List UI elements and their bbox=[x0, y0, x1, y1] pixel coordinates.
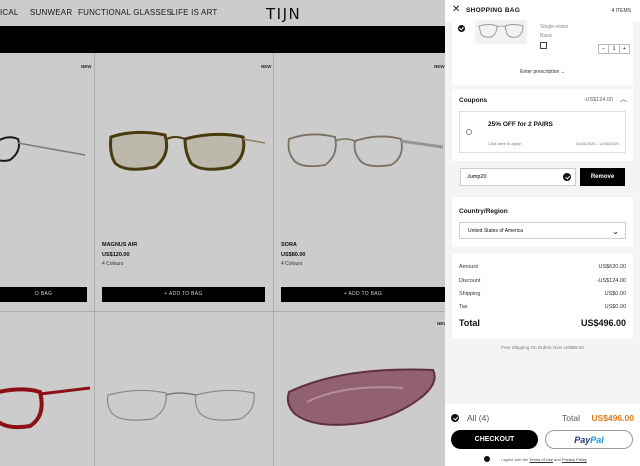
check-icon bbox=[563, 173, 571, 181]
page-dim-overlay[interactable] bbox=[0, 0, 445, 466]
coupon-dates: 11/08/2020 - 12/08/2020 bbox=[575, 141, 619, 146]
paypal-logo-pay: Pay bbox=[574, 435, 591, 445]
bag-item-count: 4 ITEMS bbox=[611, 8, 631, 14]
coupon-option[interactable]: 25% OFF for 2 PAIRS Click here to apply … bbox=[459, 111, 626, 153]
footer-total-value: US$496.00 bbox=[591, 413, 634, 423]
paypal-logo-pal: Pal bbox=[590, 435, 604, 445]
privacy-link[interactable]: Privacy Policy bbox=[562, 457, 587, 462]
bag-item: Single-vision Basic − 1 + Enter prescrip… bbox=[452, 20, 633, 85]
region-select[interactable]: United States of America ⌄ bbox=[459, 222, 626, 239]
region-section: Country/Region United States of America … bbox=[452, 197, 633, 247]
coupons-title: Coupons bbox=[459, 97, 488, 104]
remove-coupon-button[interactable]: Remove bbox=[580, 168, 625, 186]
bag-header: ✕ SHOPPING BAG 4 ITEMS bbox=[445, 0, 640, 22]
glasses-icon bbox=[478, 24, 524, 38]
shopping-bag-panel: ✕ SHOPPING BAG 4 ITEMS Single-vision Bas… bbox=[445, 0, 640, 466]
summary-total-value: US$496.00 bbox=[580, 318, 626, 328]
chevron-down-icon: ⌄ bbox=[612, 227, 619, 236]
summary-label: Shipping bbox=[459, 291, 481, 297]
terms-link[interactable]: Terms of Use bbox=[529, 457, 553, 462]
free-shipping-note: Free Shipping On Orders Over US$89.00 bbox=[501, 345, 584, 350]
region-title: Country/Region bbox=[459, 208, 508, 215]
summary-label: Tax bbox=[459, 304, 468, 310]
checkout-button[interactable]: CHECKOUT bbox=[451, 430, 538, 449]
quantity-stepper: − 1 + bbox=[598, 44, 630, 54]
checkout-footer: All (4) Total US$496.00 CHECKOUT PayPal … bbox=[445, 404, 640, 466]
summary-total-label: Total bbox=[459, 318, 480, 328]
bag-title: SHOPPING BAG bbox=[466, 7, 521, 14]
summary-value: -US$124.00 bbox=[596, 278, 626, 284]
qty-value[interactable]: 1 bbox=[608, 45, 620, 53]
chevron-up-icon[interactable]: ︿ bbox=[620, 94, 627, 104]
summary-label: Discount bbox=[459, 278, 481, 284]
qty-plus-button[interactable]: + bbox=[620, 45, 629, 53]
coupons-section: Coupons -US$124.00 ︿ 25% OFF for 2 PAIRS… bbox=[452, 89, 633, 161]
lens-option: Single-vision bbox=[540, 24, 569, 30]
coupon-code-input[interactable] bbox=[460, 168, 576, 186]
item-select-checkbox[interactable] bbox=[458, 25, 465, 32]
summary-value: US$620.00 bbox=[598, 264, 626, 270]
summary-label: Amount bbox=[459, 264, 478, 270]
close-icon[interactable]: ✕ bbox=[452, 4, 460, 15]
coupon-hint: Click here to apply bbox=[488, 141, 521, 146]
summary-value: US$0.00 bbox=[604, 304, 626, 310]
footer-total-label: Total bbox=[562, 413, 580, 423]
coupon-radio[interactable] bbox=[466, 129, 472, 135]
select-all-label[interactable]: All (4) bbox=[467, 413, 489, 423]
coupons-value: -US$124.00 bbox=[583, 97, 613, 103]
enter-prescription-link[interactable]: Enter prescription ⌄ bbox=[452, 69, 633, 75]
summary-value: US$0.00 bbox=[604, 291, 626, 297]
item-thumbnail bbox=[475, 20, 527, 44]
chevron-down-icon: ⌄ bbox=[560, 69, 565, 75]
lens-type: Basic bbox=[540, 33, 553, 39]
region-selected-value: United States of America bbox=[468, 228, 524, 234]
coupon-title: 25% OFF for 2 PAIRS bbox=[488, 121, 553, 128]
agree-text: I agree with the Terms of Use and Privac… bbox=[501, 457, 587, 462]
edit-icon[interactable] bbox=[540, 42, 547, 49]
select-all-checkbox[interactable] bbox=[451, 414, 459, 422]
agree-checkbox[interactable] bbox=[484, 456, 490, 462]
order-summary: Amount US$620.00 Discount -US$124.00 Shi… bbox=[452, 254, 633, 338]
paypal-button[interactable]: PayPal bbox=[545, 430, 633, 449]
qty-minus-button[interactable]: − bbox=[599, 45, 608, 53]
